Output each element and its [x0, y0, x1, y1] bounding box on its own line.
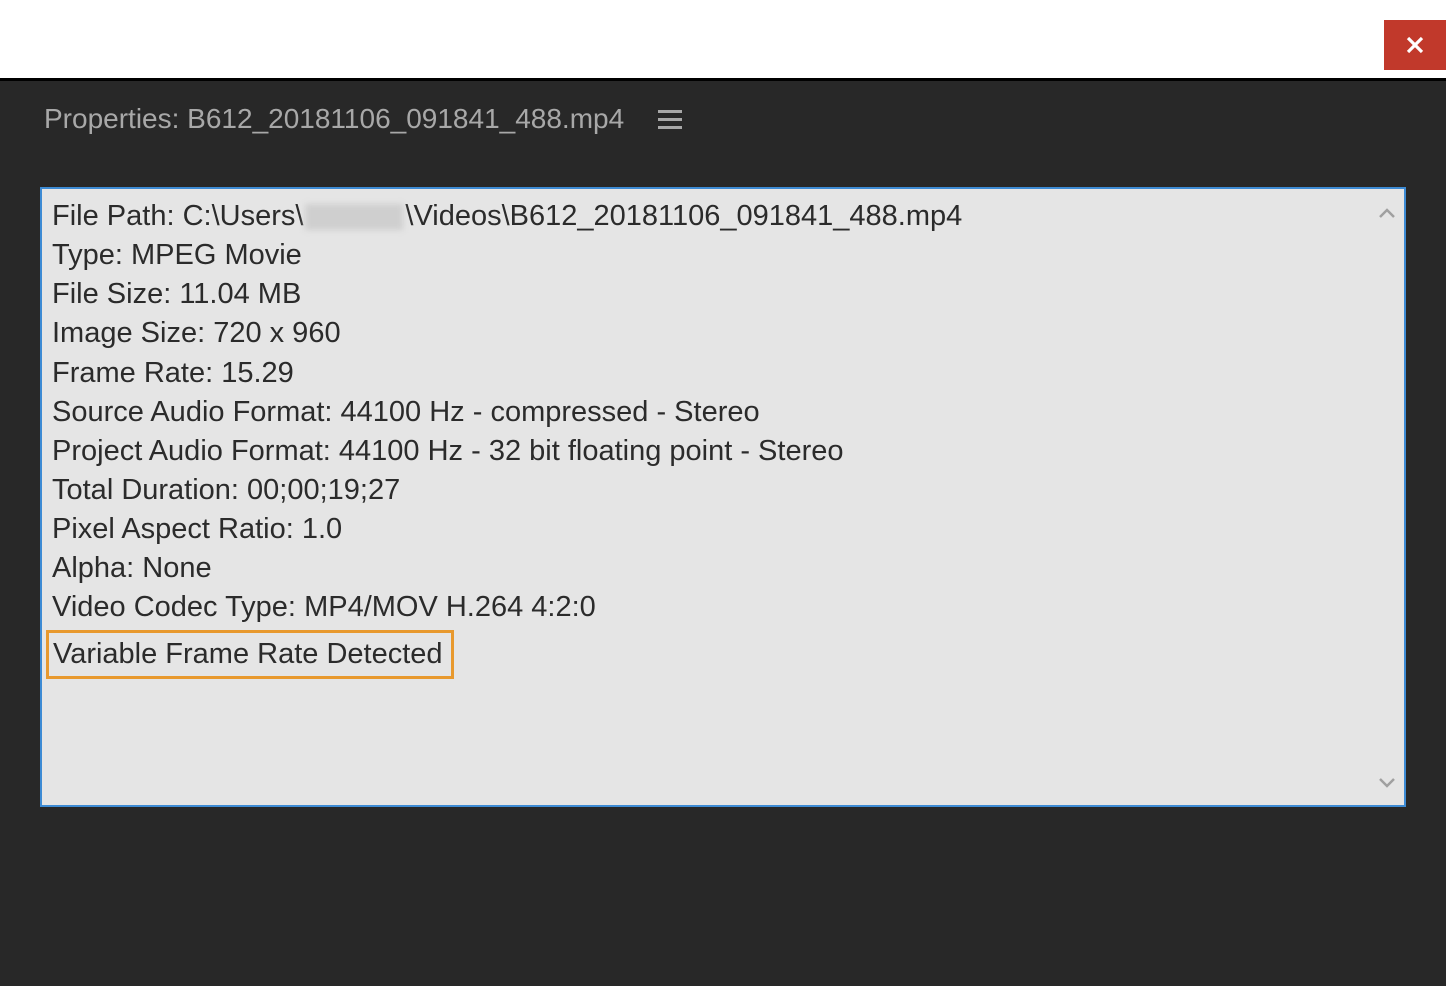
type-label: Type:: [52, 239, 131, 271]
panel-menu-icon[interactable]: [654, 106, 686, 133]
vfr-line: Variable Frame Rate Detected: [52, 628, 1360, 679]
total-duration-label: Total Duration:: [52, 474, 247, 506]
source-audio-line: Source Audio Format: 44100 Hz - compress…: [52, 393, 1360, 432]
video-codec-line: Video Codec Type: MP4/MOV H.264 4:2:0: [52, 588, 1360, 627]
frame-rate-value: 15.29: [221, 357, 294, 389]
total-duration-value: 00;00;19;27: [247, 474, 400, 506]
file-path-line: File Path: C:\Users\ \Videos\B612_2018110…: [52, 197, 1360, 236]
file-size-label: File Size:: [52, 278, 179, 310]
scroll-up-icon[interactable]: [1378, 201, 1396, 223]
type-value: MPEG Movie: [131, 239, 302, 271]
file-size-line: File Size: 11.04 MB: [52, 275, 1360, 314]
alpha-value: None: [142, 552, 211, 584]
pixel-aspect-label: Pixel Aspect Ratio:: [52, 513, 302, 545]
properties-content: File Path: C:\Users\ \Videos\B612_2018110…: [42, 189, 1370, 805]
pixel-aspect-value: 1.0: [302, 513, 342, 545]
video-codec-value: MP4/MOV H.264 4:2:0: [304, 591, 596, 623]
source-audio-value: 44100 Hz - compressed - Stereo: [341, 396, 760, 428]
close-button[interactable]: [1384, 20, 1446, 70]
file-path-suffix: \Videos\B612_20181106_091841_488.mp4: [405, 200, 962, 232]
type-line: Type: MPEG Movie: [52, 236, 1360, 275]
alpha-label: Alpha:: [52, 552, 142, 584]
panel-title-prefix: Properties:: [44, 103, 187, 134]
vfr-highlight: Variable Frame Rate Detected: [46, 630, 454, 679]
file-path-prefix: C:\Users\: [183, 200, 304, 232]
project-audio-label: Project Audio Format:: [52, 435, 339, 467]
panel-title: Properties: B612_20181106_091841_488.mp4: [44, 103, 624, 135]
close-icon: [1405, 35, 1425, 55]
scrollbar[interactable]: [1370, 189, 1404, 805]
frame-rate-label: Frame Rate:: [52, 357, 221, 389]
properties-panel: Properties: B612_20181106_091841_488.mp4…: [0, 78, 1446, 986]
top-bar: [0, 0, 1446, 78]
pixel-aspect-line: Pixel Aspect Ratio: 1.0: [52, 510, 1360, 549]
panel-header: Properties: B612_20181106_091841_488.mp4: [44, 103, 1406, 135]
vfr-text: Variable Frame Rate Detected: [53, 638, 443, 670]
video-codec-label: Video Codec Type:: [52, 591, 304, 623]
panel-title-filename: B612_20181106_091841_488.mp4: [187, 103, 624, 134]
project-audio-value: 44100 Hz - 32 bit floating point - Stere…: [339, 435, 844, 467]
scroll-down-icon[interactable]: [1378, 771, 1396, 793]
frame-rate-line: Frame Rate: 15.29: [52, 354, 1360, 393]
file-path-label: File Path:: [52, 200, 183, 232]
image-size-value: 720 x 960: [213, 317, 340, 349]
properties-box: File Path: C:\Users\ \Videos\B612_2018110…: [40, 187, 1406, 807]
alpha-line: Alpha: None: [52, 549, 1360, 588]
file-size-value: 11.04 MB: [179, 278, 301, 310]
total-duration-line: Total Duration: 00;00;19;27: [52, 471, 1360, 510]
project-audio-line: Project Audio Format: 44100 Hz - 32 bit …: [52, 432, 1360, 471]
source-audio-label: Source Audio Format:: [52, 396, 341, 428]
image-size-line: Image Size: 720 x 960: [52, 314, 1360, 353]
image-size-label: Image Size:: [52, 317, 213, 349]
redacted-username: [305, 204, 403, 230]
